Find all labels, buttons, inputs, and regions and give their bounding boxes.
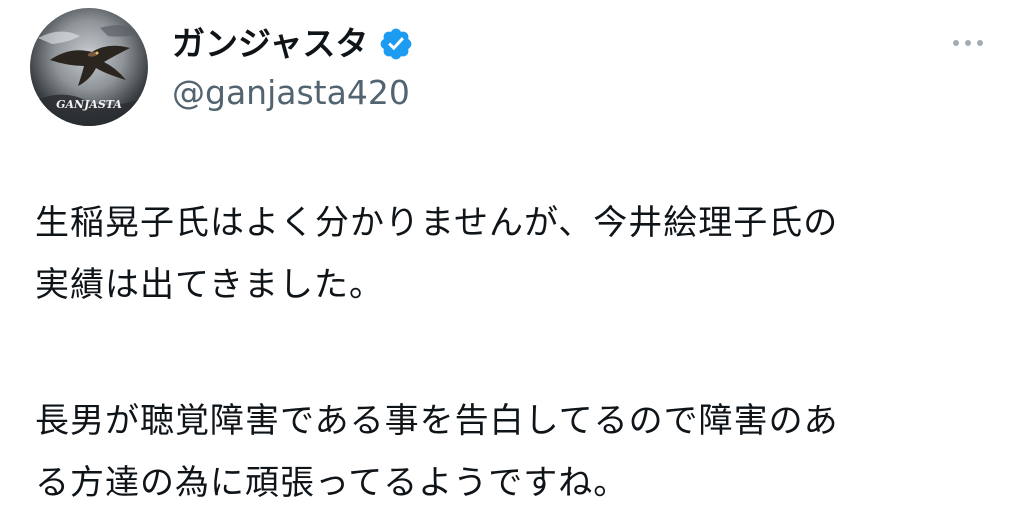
avatar[interactable]: GANJASTA	[30, 8, 148, 126]
avatar-image: GANJASTA	[30, 8, 148, 126]
author-name-row: ガンジャスタ	[172, 20, 414, 68]
author-handle[interactable]: @ganjasta420	[172, 70, 410, 116]
more-horizontal-icon	[953, 40, 959, 46]
tweet-text: 生稲晃子氏はよく分かりませんが、今井絵理子氏の 実績は出てきました。 長男が聴覚…	[35, 192, 1010, 514]
verified-badge-icon	[380, 28, 412, 60]
tweet-card: GANJASTA ガンジャスタ @ganjasta420 生稲晃子氏はよく分かり…	[0, 0, 1024, 531]
more-options-button[interactable]	[944, 28, 992, 58]
avatar-logo-text: GANJASTA	[56, 98, 122, 111]
tweet-text-line: 長男が聴覚障害である事を告白してるので障害のあ	[35, 401, 839, 441]
tweet-text-line: 実績は出てきました。	[35, 265, 384, 305]
tweet-text-line: る方達の為に頑張ってるようですね。	[35, 463, 629, 503]
tweet-text-line: 生稲晃子氏はよく分かりませんが、今井絵理子氏の	[35, 203, 839, 243]
author-display-name[interactable]: ガンジャスタ	[172, 20, 368, 68]
